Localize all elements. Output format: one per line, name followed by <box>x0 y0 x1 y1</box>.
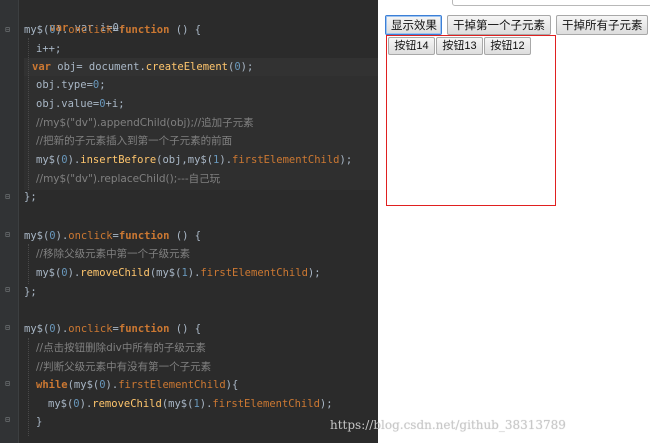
child-button-14[interactable]: 按钮14 <box>388 37 435 55</box>
code-line-21: } <box>36 416 43 428</box>
fold-end-icon: ⊟ <box>5 285 10 294</box>
code-line-7: //my$("dv").appendChild(obj);//追加子元素 <box>36 117 254 129</box>
remove-all-children-button[interactable]: 干掉所有子元素 <box>556 15 648 35</box>
fold-marker-icon[interactable]: ⊟ <box>3 323 12 332</box>
code-line-18: //判断父级元素中有没有第一个子元素 <box>36 361 212 373</box>
indent-guide <box>28 244 29 284</box>
fold-end-icon: ⊟ <box>5 192 10 201</box>
code-line-8: //把新的子元素插入到第一个子元素的前面 <box>36 135 233 147</box>
code-line-3: i++; <box>36 43 62 55</box>
fold-end-icon: ⊟ <box>5 415 10 424</box>
code-line-14: my$(0).removeChild(my$(1).firstElementCh… <box>36 267 321 279</box>
code-editor[interactable]: ⊟ ⊟ ⊟ ⊟ ⊟ ⊟ ⊟ var var i=0; my$(0).onclic… <box>0 0 378 443</box>
editor-gutter: ⊟ ⊟ ⊟ ⊟ ⊟ ⊟ ⊟ <box>0 0 19 443</box>
code-line-11: }; <box>24 191 37 203</box>
fold-marker-icon[interactable]: ⊟ <box>3 25 12 34</box>
code-line-13: //移除父级元素中第一个子级元素 <box>36 248 191 260</box>
code-line-15: }; <box>24 286 37 298</box>
indent-guide <box>28 38 29 190</box>
address-bar[interactable] <box>452 0 650 6</box>
fold-marker-icon[interactable]: ⊟ <box>3 379 12 388</box>
fold-marker-icon[interactable]: ⊟ <box>3 230 12 239</box>
code-line-20: my$(0).removeChild(my$(1).firstElementCh… <box>48 398 333 410</box>
container-div: 按钮14 按钮13 按钮12 <box>386 35 556 206</box>
watermark-url: https://blog.csdn.net/github_38313789 <box>330 418 566 432</box>
code-line-4: var obj= document.createElement(0); <box>32 61 254 73</box>
code-line-17: //点击按钮删除div中所有的子级元素 <box>36 342 206 354</box>
code-line-16: my$(0).onclick=function () { <box>24 323 202 335</box>
code-line-1: var var i=0; <box>49 22 126 34</box>
indent-guide <box>28 338 29 436</box>
show-effect-button[interactable]: 显示效果 <box>385 15 442 35</box>
browser-viewport: 显示效果 干掉第一个子元素 干掉所有子元素 按钮14 按钮13 按钮12 <box>378 0 650 443</box>
code-line-12: my$(0).onclick=function () { <box>24 230 202 242</box>
code-line-10: //my$("dv").replaceChild();---自己玩 <box>36 173 221 185</box>
code-line-5: obj.type=0; <box>36 79 106 91</box>
browser-chrome-edge <box>378 0 650 6</box>
code-line-6: obj.value=0+i; <box>36 98 125 110</box>
child-button-13[interactable]: 按钮13 <box>436 37 483 55</box>
child-button-12[interactable]: 按钮12 <box>484 37 531 55</box>
code-line-19: while(my$(0).firstElementChild){ <box>36 379 239 391</box>
code-line-9: my$(0).insertBefore(obj,my$(1).firstElem… <box>36 154 353 166</box>
code-line-2: my$(0).onclick=function () { <box>24 24 202 36</box>
remove-first-child-button[interactable]: 干掉第一个子元素 <box>447 15 551 35</box>
